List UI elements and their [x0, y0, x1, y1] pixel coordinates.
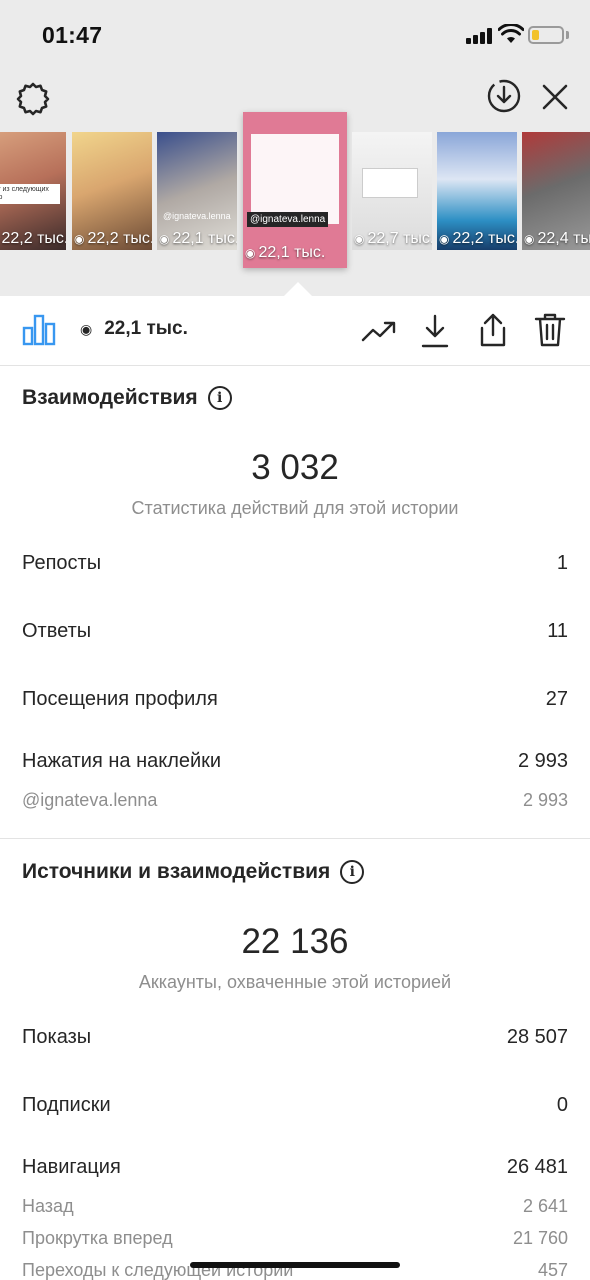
signal-icon: [466, 28, 494, 44]
stat-subrow-forward: Прокрутка вперед 21 760: [22, 1228, 568, 1248]
stat-row-reposts: Репосты 1: [22, 552, 568, 574]
wifi-icon: [498, 24, 524, 43]
home-indicator[interactable]: [190, 1262, 400, 1268]
stat-row-follows: Подписки 0: [22, 1094, 568, 1116]
eye-icon: ◉: [159, 232, 170, 246]
discovery-title: Источники и взаимодействия i: [22, 860, 365, 884]
stat-subrow-back: Назад 2 641: [22, 1196, 568, 1216]
story-thumbnail[interactable]: @ignateva.lenna ◉ 22,1 тыс.: [157, 132, 237, 250]
insights-bar-chart-icon[interactable]: [20, 310, 58, 348]
eye-icon: ◉: [354, 232, 365, 246]
story-thumbnail[interactable]: ◉ 22,7 тыс.: [352, 132, 432, 250]
story-preview-area: 01:47 из следующих р 22,2 тыс. ◉ 22,2 ты…: [0, 0, 590, 296]
thumbnail-views: ◉22,2 тыс.: [74, 230, 152, 247]
discovery-subtitle: Аккаунты, охваченные этой историей: [138, 972, 452, 992]
stat-row-impressions: Показы 28 507: [22, 1026, 568, 1048]
discovery-total: 22 136: [241, 922, 349, 961]
insights-action-bar: ◉ 22,1 тыс.: [0, 296, 590, 366]
download-icon[interactable]: [418, 312, 452, 350]
thumbnail-views: ◉22,2 тыс.: [439, 230, 517, 247]
story-thumbnail[interactable]: ◉ 22,2 тыс.: [72, 132, 152, 250]
story-thumbnail[interactable]: ◉22,4 тыс.: [522, 132, 590, 250]
stat-row-replies: Ответы 11: [22, 620, 568, 642]
section-divider: [0, 838, 590, 839]
share-icon[interactable]: [475, 310, 511, 350]
trash-icon[interactable]: [532, 310, 568, 350]
stat-subrow-sticker-mention: @ignateva.lenna 2 993: [22, 790, 568, 810]
thumbnail-views: ◉ 22,1 тыс.: [159, 230, 237, 247]
interactions-subtitle: Статистика действий для этой истории: [131, 498, 459, 518]
eye-icon: ◉: [245, 246, 256, 260]
trending-icon[interactable]: [360, 314, 398, 348]
thumbnail-views: ◉ 22,1 тыс.: [245, 244, 326, 261]
settings-gear-icon[interactable]: [14, 80, 52, 118]
story-thumbnail[interactable]: Ну из следующих игр ◉22,2 тыс.: [0, 132, 66, 250]
status-bar: 01:47: [0, 0, 590, 70]
thumbnail-caption: @ignateva.lenna: [163, 211, 231, 221]
info-icon[interactable]: i: [207, 386, 232, 410]
views-count: ◉ 22,1 тыс.: [80, 318, 188, 339]
thumbnail-views: ◉22,2 тыс.: [1, 230, 66, 247]
close-icon[interactable]: [538, 80, 572, 114]
stat-row-navigation: Навигация 26 481: [22, 1156, 568, 1178]
story-thumbnail[interactable]: ◉ 22,2 тыс.: [437, 132, 517, 250]
battery-icon: [528, 26, 564, 44]
download-circle-icon[interactable]: [486, 78, 522, 114]
story-thumbnail-selected[interactable]: @ignateva.lenna ◉ 22,1 тыс.: [243, 112, 347, 268]
selection-pointer: [284, 282, 312, 296]
thumbnail-caption: @ignateva.lenna: [247, 212, 329, 227]
eye-icon: ◉: [524, 232, 535, 246]
story-thumbnails: Ну из следующих игр ◉22,2 тыс. ◉22,2 тыс…: [0, 112, 590, 270]
info-icon[interactable]: i: [340, 860, 365, 884]
interactions-total: 3 032: [251, 448, 339, 487]
status-time: 01:47: [42, 22, 103, 48]
thumbnail-caption: Ну из следующих игр: [0, 184, 60, 204]
interactions-title: Взаимодействия i: [22, 386, 232, 410]
thumbnail-views: ◉ 22,7 тыс.: [354, 230, 432, 247]
thumbnail-views: ◉22,4 тыс.: [524, 230, 590, 247]
eye-icon: ◉: [74, 232, 85, 246]
eye-icon: ◉: [439, 232, 450, 246]
stat-row-sticker-taps: Нажатия на наклейки 2 993: [22, 750, 568, 772]
eye-icon: ◉: [80, 320, 93, 337]
stat-row-profile-visits: Посещения профиля 27: [22, 688, 568, 710]
